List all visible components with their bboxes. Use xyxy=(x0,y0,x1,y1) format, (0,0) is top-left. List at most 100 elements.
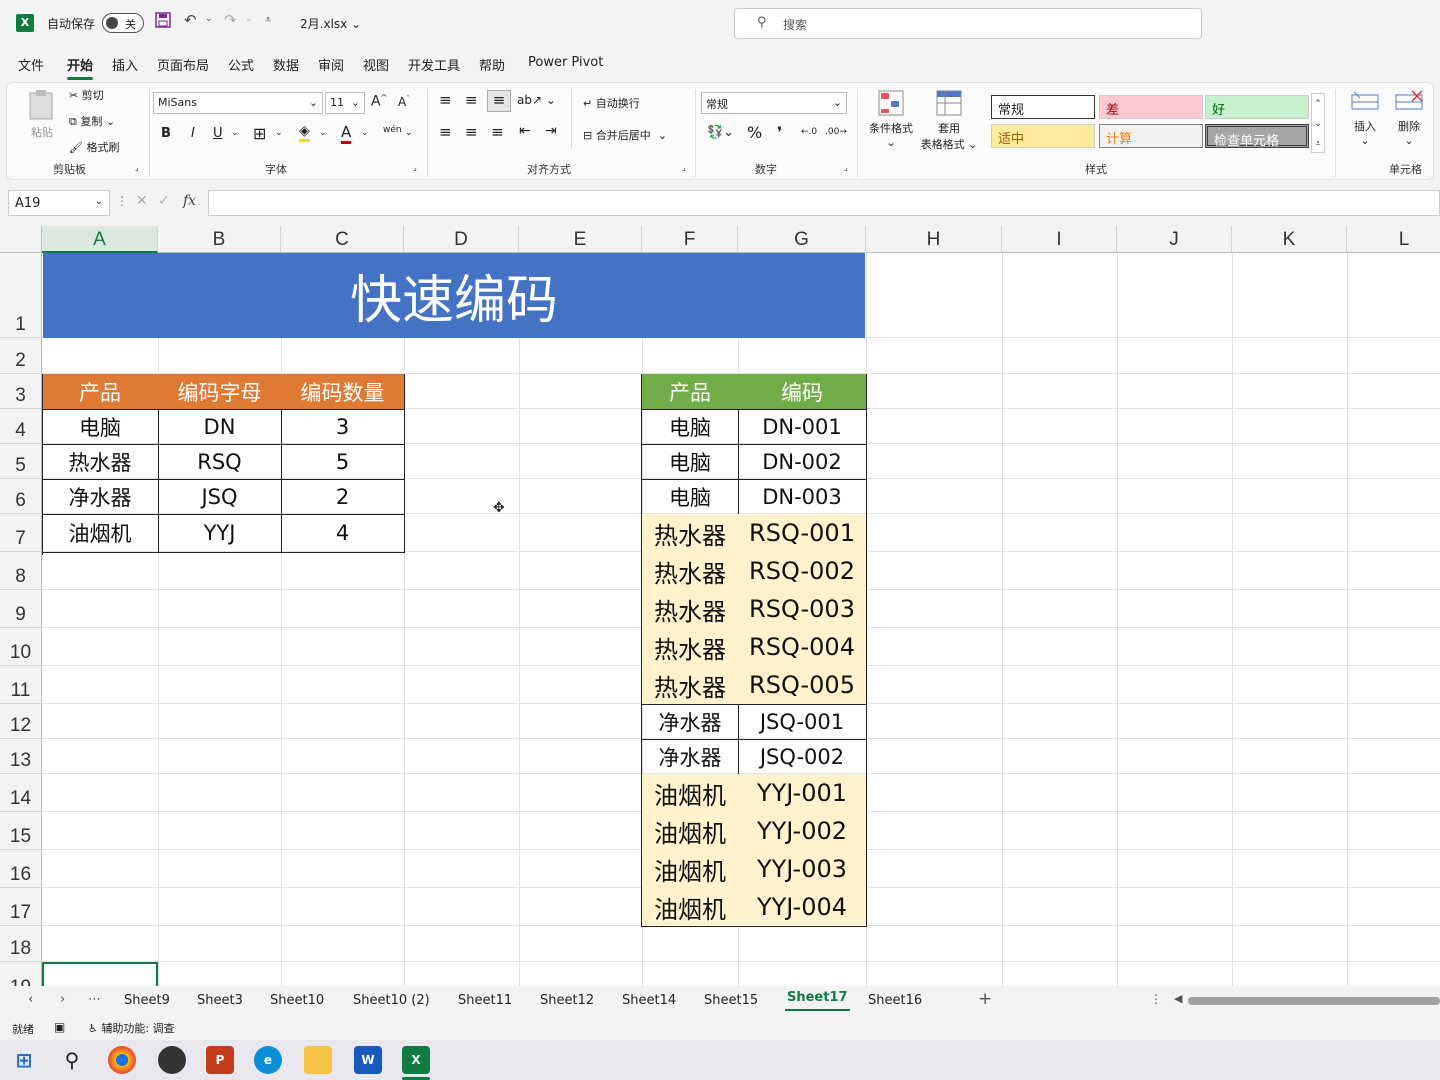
selected-cell[interactable] xyxy=(42,962,158,986)
accessibility-status[interactable]: ♿ 辅助功能: 调查 xyxy=(88,1020,175,1036)
align-bottom-icon[interactable]: ≡ xyxy=(487,90,511,112)
format-as-table-button[interactable]: 套用 表格格式 ⌄ xyxy=(917,89,981,152)
right-table-header[interactable]: 产品 xyxy=(642,374,739,410)
save-icon[interactable] xyxy=(155,12,171,32)
select-all-corner[interactable] xyxy=(0,226,42,253)
left-table-cell[interactable]: 电脑 xyxy=(42,409,159,445)
row-header-10[interactable]: 10 xyxy=(0,628,42,666)
tab-page-layout[interactable]: 页面布局 xyxy=(157,55,209,74)
align-left-icon[interactable]: ≡ xyxy=(439,123,452,141)
left-table-cell[interactable]: YYJ xyxy=(158,514,282,553)
number-format-select[interactable]: 常规 ⌄ xyxy=(701,92,847,114)
font-color-icon[interactable]: A xyxy=(341,123,352,144)
comma-icon[interactable]: ❜ xyxy=(777,123,782,142)
column-header-i[interactable]: I xyxy=(1002,226,1117,253)
row-header-15[interactable]: 15 xyxy=(0,812,42,850)
style-good[interactable]: 好 xyxy=(1205,95,1309,119)
search-icon[interactable]: ⚲ xyxy=(58,1046,86,1074)
font-size-select[interactable]: 11 ⌄ xyxy=(325,92,365,114)
undo-dropdown-icon[interactable]: ⌄ xyxy=(205,14,213,24)
phonetic-icon[interactable]: wén xyxy=(383,125,402,135)
right-table-cell[interactable]: YYJ-001 xyxy=(738,774,867,813)
number-launcher-icon[interactable]: ⌟ xyxy=(844,163,848,172)
left-table-header[interactable]: 编码数量 xyxy=(281,374,405,410)
tab-developer[interactable]: 开发工具 xyxy=(408,55,460,74)
align-right-icon[interactable]: ≡ xyxy=(491,123,504,141)
undo-icon[interactable]: ↶ xyxy=(184,11,197,29)
currency-icon[interactable]: 💱⌄ xyxy=(707,125,734,140)
tab-power-pivot[interactable]: Power Pivot xyxy=(528,55,603,70)
chrome-icon[interactable] xyxy=(108,1046,136,1074)
column-header-k[interactable]: K xyxy=(1232,226,1347,253)
style-calculation[interactable]: 计算 xyxy=(1099,124,1203,148)
app-icon[interactable] xyxy=(158,1046,186,1074)
style-normal[interactable]: 常规 xyxy=(991,95,1095,119)
sheet-tab[interactable]: Sheet14 xyxy=(622,993,676,1008)
column-header-c[interactable]: C xyxy=(281,226,404,253)
sheet-tab[interactable]: Sheet10 xyxy=(270,993,324,1008)
right-table-cell[interactable]: 电脑 xyxy=(642,444,739,480)
right-table-cell[interactable]: 油烟机 xyxy=(642,774,739,813)
clipboard-launcher-icon[interactable]: ⌟ xyxy=(135,163,139,172)
font-family-select[interactable]: MiSans ⌄ xyxy=(153,92,323,114)
increase-decimal-icon[interactable]: ←.0 xyxy=(801,127,817,137)
phonetic-dropdown-icon[interactable]: ⌄ xyxy=(405,128,413,138)
align-middle-icon[interactable]: ≡ xyxy=(465,91,478,109)
right-table-cell[interactable]: RSQ-004 xyxy=(738,628,867,667)
file-name[interactable]: 2月.xlsx ⌄ xyxy=(300,15,361,32)
row-header-17[interactable]: 17 xyxy=(0,888,42,926)
sheet-tab[interactable]: Sheet17 xyxy=(785,990,850,1011)
row-header-3[interactable]: 3 xyxy=(0,374,42,409)
row-header-14[interactable]: 14 xyxy=(0,774,42,812)
left-table-cell[interactable]: 净水器 xyxy=(42,479,159,515)
fill-color-dropdown-icon[interactable]: ⌄ xyxy=(319,128,327,138)
right-table-cell[interactable]: RSQ-001 xyxy=(738,514,867,553)
row-header-9[interactable]: 9 xyxy=(0,590,42,628)
decrease-decimal-icon[interactable]: .00→ xyxy=(825,127,847,137)
next-sheet-icon[interactable]: › xyxy=(60,992,65,1007)
redo-dropdown-icon[interactable]: ⌄ xyxy=(245,14,253,24)
align-center-icon[interactable]: ≡ xyxy=(465,123,478,141)
left-table-cell[interactable]: 3 xyxy=(281,409,405,445)
right-table-cell[interactable]: 热水器 xyxy=(642,590,739,629)
left-table-cell[interactable]: RSQ xyxy=(158,444,282,480)
left-table-header[interactable]: 产品 xyxy=(42,374,159,410)
left-table-cell[interactable]: 油烟机 xyxy=(42,514,159,553)
row-header-1[interactable]: 1 xyxy=(0,253,42,338)
wrap-text-button[interactable]: ↵ 自动换行 xyxy=(583,95,640,111)
delete-cells-button[interactable]: 删除 ⌄ xyxy=(1389,89,1429,147)
right-table-cell[interactable]: 净水器 xyxy=(642,704,739,740)
format-painter-button[interactable]: 🖌 格式刷 xyxy=(69,139,119,155)
row-header-7[interactable]: 7 xyxy=(0,514,42,552)
tab-view[interactable]: 视图 xyxy=(363,55,389,74)
worksheet-grid[interactable]: ABCDEFGHIJKL 1 2 3 4 5 6 7 8 9 10 11 12 13 14 15 16 17 18… xyxy=(0,226,1440,986)
column-header-l[interactable]: L xyxy=(1347,226,1440,253)
column-header-d[interactable]: D xyxy=(404,226,519,253)
edge-icon[interactable]: e xyxy=(254,1046,282,1074)
insert-function-button[interactable]: fx xyxy=(183,193,196,209)
horizontal-scrollbar[interactable] xyxy=(1188,997,1440,1005)
row-header-5[interactable]: 5 xyxy=(0,444,42,479)
customize-toolbar-icon[interactable]: ⩡ xyxy=(265,13,271,27)
left-table-cell[interactable]: 5 xyxy=(281,444,405,480)
orientation-icon[interactable]: ab↗ ⌄ xyxy=(517,93,556,107)
style-neutral[interactable]: 适中 xyxy=(991,124,1095,148)
right-table-cell[interactable]: RSQ-003 xyxy=(738,590,867,629)
insert-cells-button[interactable]: 插入 ⌄ xyxy=(1345,89,1385,147)
right-table-cell[interactable]: YYJ-003 xyxy=(738,850,867,889)
row-header-8[interactable]: 8 xyxy=(0,552,42,590)
macro-record-icon[interactable]: ▣ xyxy=(54,1020,65,1034)
prev-sheet-icon[interactable]: ‹ xyxy=(28,992,33,1007)
right-table-cell[interactable]: 电脑 xyxy=(642,479,739,515)
excel-icon[interactable]: X xyxy=(402,1046,430,1074)
right-table-cell[interactable]: RSQ-002 xyxy=(738,552,867,591)
row-header-19[interactable]: 19 xyxy=(0,962,42,986)
sheet-tab[interactable]: Sheet12 xyxy=(540,993,594,1008)
add-sheet-icon[interactable]: + xyxy=(978,989,992,1009)
paste-button[interactable]: 粘贴 xyxy=(25,89,59,140)
increase-font-icon[interactable]: A^ xyxy=(371,93,387,110)
confirm-icon[interactable]: ✓ xyxy=(158,193,170,209)
formula-input[interactable] xyxy=(208,190,1440,216)
increase-indent-icon[interactable]: ⇥ xyxy=(545,123,557,139)
tab-formulas[interactable]: 公式 xyxy=(228,55,254,74)
